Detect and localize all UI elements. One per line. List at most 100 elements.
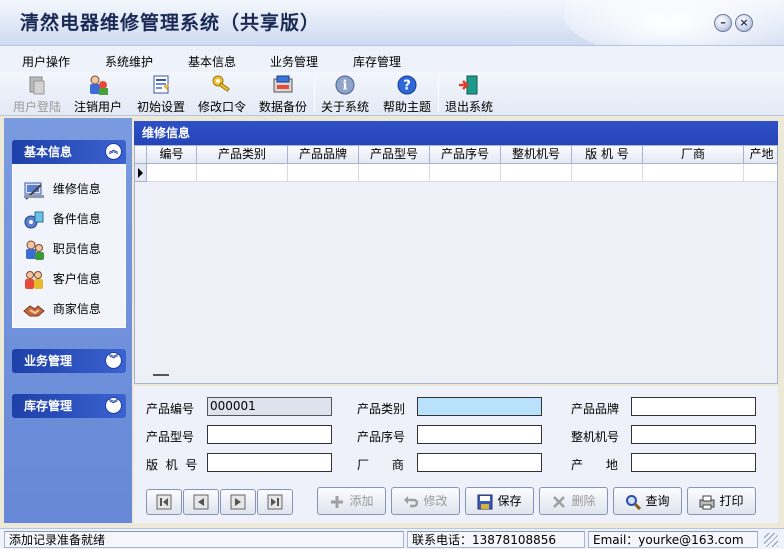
first-record-button[interactable]: [146, 489, 182, 515]
search-icon: [626, 494, 642, 510]
minimize-button[interactable]: –: [714, 14, 732, 32]
save-icon: [477, 494, 493, 509]
product-model-field[interactable]: [207, 425, 332, 444]
column-header[interactable]: 版 机 号: [572, 146, 643, 164]
board-number-field[interactable]: [207, 453, 332, 472]
field-label: 产品编号: [146, 402, 195, 416]
plus-icon: [331, 495, 344, 508]
user-login-button[interactable]: 用户登陆: [11, 74, 63, 114]
sidebar-item-merchant-info[interactable]: 商家信息: [23, 298, 101, 322]
next-record-icon: [230, 494, 246, 510]
status-bar: 添加记录准备就绪 联系电话：13878108856 Email：yourke@1…: [0, 528, 784, 549]
user-login-icon: [29, 76, 45, 95]
delete-icon: [553, 495, 566, 508]
field-label: 产品品牌: [571, 402, 620, 416]
field-label: 版 机 号: [146, 458, 198, 472]
first-record-icon: [156, 494, 172, 510]
sidebar: 基本信息 ︽ 维修信息 备件信息 职员信息 客户信息 商家信息 业务管理 ︾ 库…: [4, 118, 132, 523]
key-icon: [212, 75, 230, 92]
status-message: 添加记录准备就绪: [4, 531, 404, 548]
data-grid[interactable]: 编号 产品类别 产品品牌 产品型号 产品序号 整机机号 版 机 号 厂商 产地: [134, 145, 778, 384]
sidebar-item-repair-info[interactable]: 维修信息: [23, 178, 101, 202]
printer-icon: [699, 495, 715, 509]
column-header[interactable]: 产品序号: [430, 146, 501, 164]
column-header[interactable]: 编号: [147, 146, 197, 164]
about-system-button[interactable]: i 关于系统: [318, 74, 372, 114]
init-settings-icon: [153, 75, 169, 94]
sidebar-section-basic-info[interactable]: 基本信息 ︽: [12, 140, 126, 164]
sidebar-item-customer-info[interactable]: 客户信息: [23, 268, 101, 292]
add-button[interactable]: 添加: [317, 487, 386, 515]
undo-icon: [404, 495, 419, 507]
chevron-down-icon[interactable]: ︾: [105, 397, 122, 414]
last-record-button[interactable]: [257, 489, 293, 515]
backup-icon: [273, 75, 293, 93]
next-record-button[interactable]: [220, 489, 256, 515]
panel-title: 维修信息: [134, 121, 778, 145]
resize-grip-icon[interactable]: [764, 533, 778, 547]
toolbar: 用户登陆 注销用户 初始设置 修改口令 数据备份 i 关于系统 ? 帮助主题 退…: [0, 72, 784, 116]
staff-icon: [26, 240, 44, 260]
sidebar-section-business[interactable]: 业务管理 ︾: [12, 349, 126, 373]
machine-number-field[interactable]: [631, 425, 756, 444]
product-brand-field[interactable]: [631, 397, 756, 416]
sidebar-section-inventory[interactable]: 库存管理 ︾: [12, 394, 126, 418]
sidebar-item-staff-info[interactable]: 职员信息: [23, 238, 101, 262]
menu-basic-info[interactable]: 基本信息: [188, 53, 236, 70]
field-label: 产品类别: [357, 402, 406, 416]
product-serial-field[interactable]: [417, 425, 542, 444]
origin-field[interactable]: [631, 453, 756, 472]
exit-door-icon: [459, 75, 478, 95]
data-backup-button[interactable]: 数据备份: [256, 74, 310, 114]
previous-record-button[interactable]: [183, 489, 219, 515]
manufacturer-field[interactable]: [417, 453, 542, 472]
column-header[interactable]: 产地: [744, 146, 777, 164]
field-label: 产 地: [571, 458, 618, 472]
menu-business[interactable]: 业务管理: [270, 53, 318, 70]
parts-icon: [24, 211, 44, 228]
svg-text:?: ?: [403, 79, 411, 94]
save-button[interactable]: 保存: [465, 487, 534, 515]
change-password-button[interactable]: 修改口令: [195, 74, 249, 114]
product-id-field[interactable]: 000001: [207, 397, 332, 416]
chevron-up-icon[interactable]: ︽: [105, 143, 122, 160]
search-button[interactable]: 查询: [613, 487, 682, 515]
exit-system-button[interactable]: 退出系统: [442, 74, 496, 114]
edit-button[interactable]: 修改: [391, 487, 460, 515]
table-row[interactable]: [135, 164, 777, 182]
menu-user-ops[interactable]: 用户操作: [22, 53, 70, 70]
sidebar-panel-basic-info: 维修信息 备件信息 职员信息 客户信息 商家信息: [12, 164, 126, 328]
column-header[interactable]: 产品类别: [197, 146, 288, 164]
field-label: 厂 商: [357, 458, 404, 472]
field-label: 产品型号: [146, 430, 195, 444]
close-button[interactable]: ×: [735, 14, 753, 32]
logout-user-button[interactable]: 注销用户: [71, 74, 125, 114]
sidebar-item-parts-info[interactable]: 备件信息: [23, 208, 101, 232]
row-indicator[interactable]: [135, 164, 147, 182]
delete-button[interactable]: 删除: [539, 487, 608, 515]
svg-text:i: i: [343, 79, 348, 94]
status-phone: 联系电话：13878108856: [407, 531, 585, 548]
help-icon: ?: [397, 75, 417, 95]
menu-inventory[interactable]: 库存管理: [353, 53, 401, 70]
column-header[interactable]: 产品型号: [359, 146, 430, 164]
menu-system-maintenance[interactable]: 系统维护: [105, 53, 153, 70]
help-topics-button[interactable]: ? 帮助主题: [380, 74, 434, 114]
logout-user-icon: [90, 75, 108, 95]
last-record-icon: [267, 494, 283, 510]
product-category-field[interactable]: [417, 397, 542, 416]
merchant-icon: [23, 304, 45, 316]
title-bar: 清然电器维修管理系统（共享版） – ×: [0, 0, 784, 46]
print-button[interactable]: 打印: [687, 487, 756, 515]
chevron-down-icon[interactable]: ︾: [105, 352, 122, 369]
column-header[interactable]: 产品品牌: [288, 146, 359, 164]
info-icon: i: [335, 75, 355, 95]
column-header[interactable]: 厂商: [643, 146, 744, 164]
column-header[interactable]: 整机机号: [501, 146, 572, 164]
previous-record-icon: [193, 494, 209, 510]
field-label: 整机机号: [571, 430, 620, 444]
init-settings-button[interactable]: 初始设置: [134, 74, 188, 114]
customer-icon: [25, 270, 43, 289]
window-title: 清然电器维修管理系统（共享版）: [20, 12, 321, 34]
repair-icon: [24, 182, 44, 200]
